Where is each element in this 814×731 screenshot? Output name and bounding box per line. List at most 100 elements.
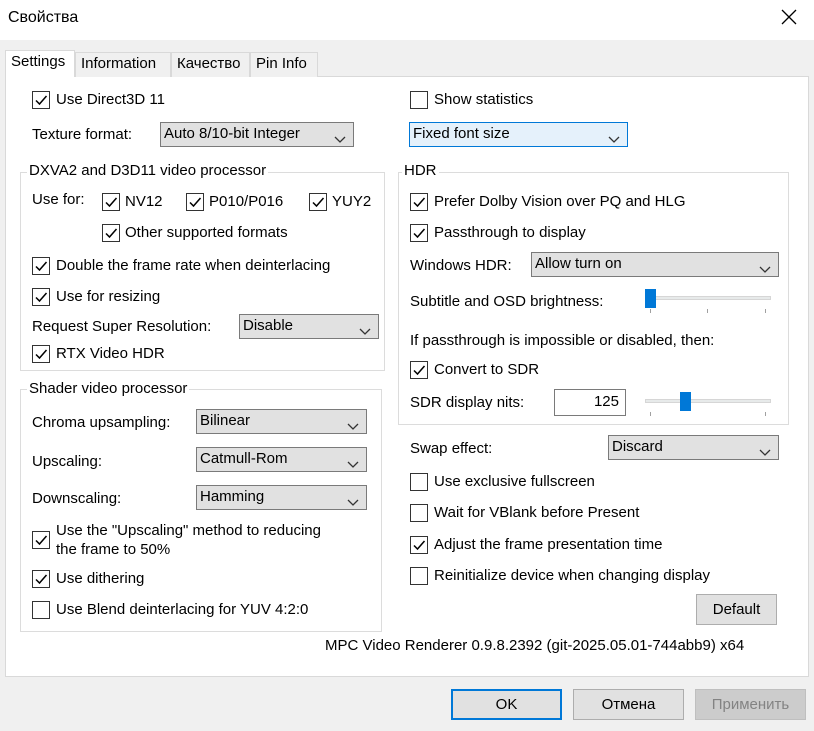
downscaling-select[interactable]: Hamming	[196, 485, 367, 510]
exclusive-label: Use exclusive fullscreen	[434, 473, 595, 490]
tab-pin-info[interactable]: Pin Info	[250, 52, 318, 77]
upscaling-label: Upscaling:	[32, 453, 103, 470]
swap-effect-select[interactable]: Discard	[608, 435, 779, 460]
sdr-nits-input[interactable]: 125	[554, 389, 626, 416]
passthrough-label: Passthrough to display	[434, 224, 586, 241]
sdr-nits-label: SDR display nits:	[410, 394, 525, 411]
osd-brightness-label: Subtitle and OSD brightness:	[410, 293, 604, 310]
checkmark-icon	[35, 292, 48, 303]
checkmark-icon	[105, 197, 118, 208]
slider-tick	[765, 412, 766, 416]
checkmark-icon	[413, 197, 426, 208]
window-title: Свойства	[8, 9, 79, 26]
super-res-select[interactable]: Disable	[239, 314, 379, 339]
upscaling-select[interactable]: Catmull-Rom	[196, 447, 367, 472]
super-res-value: Disable	[243, 317, 294, 334]
slider-thumb[interactable]	[645, 289, 656, 308]
slider-tick	[765, 309, 766, 313]
use-d3d11-label: Use Direct3D 11	[56, 91, 165, 108]
yuy2-label: YUY2	[332, 193, 372, 210]
upscale-method-checkbox[interactable]	[32, 531, 50, 549]
chevron-down-icon	[759, 444, 771, 459]
blend-label: Use Blend deinterlacing for YUV 4:2:0	[56, 601, 309, 618]
version-text: MPC Video Renderer 0.9.8.2392 (git-2025.…	[325, 637, 745, 654]
windows-hdr-select[interactable]: Allow turn on	[531, 252, 779, 277]
dxva-group-title: DXVA2 and D3D11 video processor	[27, 162, 269, 179]
upscale-method-label-line1: Use the "Upscaling" method to reducing	[56, 522, 321, 539]
show-stats-label: Show statistics	[434, 91, 534, 108]
slider-thumb[interactable]	[679, 392, 691, 411]
chroma-label: Chroma upsampling:	[32, 414, 171, 431]
double-rate-checkbox[interactable]	[32, 257, 50, 275]
default-button[interactable]: Default	[696, 594, 777, 625]
chevron-down-icon	[359, 323, 371, 338]
swap-effect-value: Discard	[612, 438, 663, 455]
downscaling-label: Downscaling:	[32, 490, 122, 507]
texture-format-select[interactable]: Auto 8/10-bit Integer	[160, 122, 354, 147]
slider-track	[645, 296, 771, 300]
dolby-label: Prefer Dolby Vision over PQ and HLG	[434, 193, 686, 210]
vblank-checkbox[interactable]	[410, 504, 428, 522]
rtx-hdr-checkbox[interactable]	[32, 345, 50, 363]
chroma-value: Bilinear	[200, 412, 251, 429]
dithering-checkbox[interactable]	[32, 570, 50, 588]
tab-settings[interactable]: Settings	[5, 50, 75, 77]
super-res-label: Request Super Resolution:	[32, 318, 212, 335]
checkmark-icon	[413, 540, 426, 551]
exclusive-checkbox[interactable]	[410, 473, 428, 491]
close-icon[interactable]	[773, 4, 805, 32]
dithering-label: Use dithering	[56, 570, 145, 587]
if-passthrough-text: If passthrough is impossible or disabled…	[410, 332, 715, 349]
chevron-down-icon	[608, 131, 620, 146]
checkmark-icon	[35, 261, 48, 272]
sdr-nits-slider[interactable]	[645, 391, 771, 417]
windows-hdr-label: Windows HDR:	[410, 257, 512, 274]
resizing-label: Use for resizing	[56, 288, 161, 305]
chevron-down-icon	[347, 494, 359, 509]
hdr-group-title: HDR	[402, 162, 439, 179]
downscaling-value: Hamming	[200, 488, 265, 505]
resizing-checkbox[interactable]	[32, 288, 50, 306]
passthrough-checkbox[interactable]	[410, 224, 428, 242]
double-rate-label: Double the frame rate when deinterlacing	[56, 257, 331, 274]
reinit-label: Reinitialize device when changing displa…	[434, 567, 710, 584]
slider-tick	[707, 309, 708, 313]
adjust-time-checkbox[interactable]	[410, 536, 428, 554]
apply-button[interactable]: Применить	[695, 689, 806, 720]
slider-tick	[650, 309, 651, 313]
upscale-method-label-line2: the frame to 50%	[56, 541, 171, 558]
other-formats-checkbox[interactable]	[102, 224, 120, 242]
convert-sdr-checkbox[interactable]	[410, 361, 428, 379]
show-stats-checkbox[interactable]	[410, 91, 428, 109]
blend-checkbox[interactable]	[32, 601, 50, 619]
yuy2-checkbox[interactable]	[309, 193, 327, 211]
slider-tick	[650, 412, 651, 416]
use-for-label: Use for:	[32, 191, 85, 208]
nv12-checkbox[interactable]	[102, 193, 120, 211]
adjust-time-label: Adjust the frame presentation time	[434, 536, 663, 553]
font-size-select[interactable]: Fixed font size	[409, 122, 628, 147]
shader-group-title: Shader video processor	[27, 380, 190, 397]
ok-button[interactable]: OK	[451, 689, 562, 720]
chevron-down-icon	[347, 418, 359, 433]
checkmark-icon	[312, 197, 325, 208]
tab-quality[interactable]: Качество	[171, 52, 250, 77]
swap-effect-label: Swap effect:	[410, 440, 493, 457]
checkmark-icon	[189, 197, 202, 208]
checkmark-icon	[35, 574, 48, 585]
dolby-checkbox[interactable]	[410, 193, 428, 211]
cancel-button[interactable]: Отмена	[573, 689, 684, 720]
checkmark-icon	[35, 349, 48, 360]
nv12-label: NV12	[125, 193, 163, 210]
convert-sdr-label: Convert to SDR	[434, 361, 540, 378]
use-d3d11-checkbox[interactable]	[32, 91, 50, 109]
checkmark-icon	[35, 535, 48, 546]
osd-brightness-slider[interactable]	[645, 288, 771, 314]
chroma-select[interactable]: Bilinear	[196, 409, 367, 434]
p010-checkbox[interactable]	[186, 193, 204, 211]
other-formats-label: Other supported formats	[125, 224, 288, 241]
reinit-checkbox[interactable]	[410, 567, 428, 585]
tab-information[interactable]: Information	[75, 52, 171, 77]
chevron-down-icon	[334, 131, 346, 146]
checkmark-icon	[35, 95, 48, 106]
